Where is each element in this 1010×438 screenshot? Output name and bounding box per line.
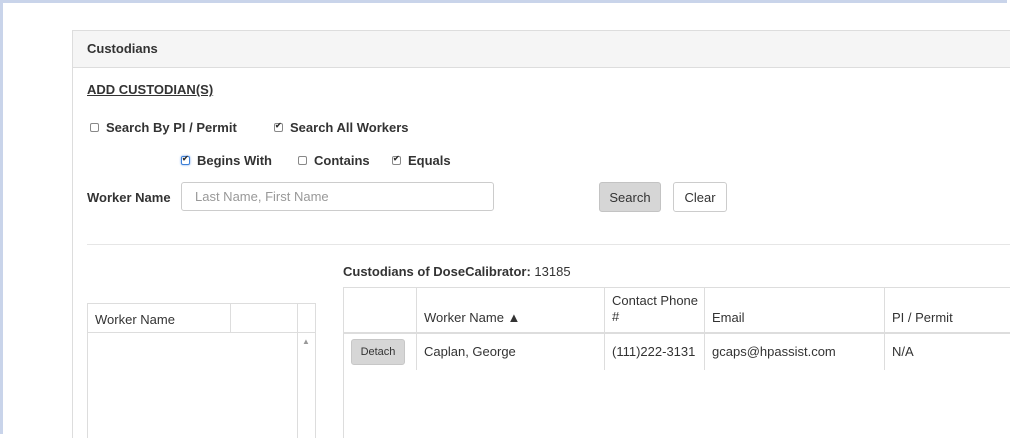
begins-with-label: Begins With (197, 153, 272, 168)
detach-button[interactable]: Detach (351, 339, 405, 365)
search-all-workers-option[interactable]: Search All Workers (274, 120, 409, 135)
equals-option[interactable]: Equals (392, 153, 451, 168)
email-column: Email gcaps@hpassist.com (705, 288, 885, 370)
begins-with-option[interactable]: Begins With (181, 153, 272, 168)
custodians-of-label: Custodians of DoseCalibrator: (343, 264, 531, 279)
equals-checkbox[interactable] (392, 154, 401, 165)
clear-button[interactable]: Clear (673, 182, 727, 212)
custodians-of-title: Custodians of DoseCalibrator: 13185 (343, 264, 571, 279)
email-cell: gcaps@hpassist.com (712, 344, 836, 359)
column-divider (230, 304, 231, 332)
worker-name-input[interactable] (181, 182, 494, 211)
contains-checkbox[interactable] (298, 156, 307, 165)
add-custodians-link[interactable]: ADD CUSTODIAN(S) (87, 82, 213, 97)
worker-name-cell: Caplan, George (424, 344, 516, 359)
results-worker-name-header[interactable]: Worker Name (95, 312, 175, 327)
contact-phone-header[interactable]: Contact Phone # (612, 293, 704, 325)
contact-phone-cell: (111)222-3131 (612, 344, 696, 359)
search-by-pi-option[interactable]: Search By PI / Permit (90, 120, 237, 135)
email-header[interactable]: Email (712, 310, 745, 325)
panel-title: Custodians (87, 41, 158, 56)
worker-name-label: Worker Name (87, 190, 171, 205)
search-all-workers-checkbox[interactable] (274, 121, 283, 132)
pi-permit-header[interactable]: PI / Permit (892, 310, 953, 325)
contains-label: Contains (314, 153, 370, 168)
divider (87, 244, 1010, 245)
worker-results-grid: Worker Name ▲ (87, 303, 316, 438)
search-by-pi-label: Search By PI / Permit (106, 120, 237, 135)
results-grid-header: Worker Name (88, 304, 315, 333)
worker-name-column: Worker Name ▲ Caplan, George (417, 288, 605, 370)
equals-label: Equals (408, 153, 451, 168)
custodians-grid: Detach Worker Name ▲ Caplan, George Cont… (343, 287, 1010, 438)
custodians-of-id: 13185 (534, 264, 571, 279)
contains-option[interactable]: Contains (298, 153, 370, 168)
worker-name-header[interactable]: Worker Name ▲ (424, 310, 520, 325)
pi-permit-cell: N/A (892, 344, 914, 359)
action-column: Detach (344, 288, 417, 370)
custodians-panel: Custodians ADD CUSTODIAN(S) Search By PI… (72, 30, 1010, 438)
panel-header: Custodians (73, 31, 1010, 68)
search-by-pi-checkbox[interactable] (90, 123, 99, 132)
begins-with-checkbox[interactable] (181, 154, 190, 165)
pi-permit-column: PI / Permit N/A (885, 288, 1010, 370)
scroll-up-arrow-icon[interactable]: ▲ (302, 337, 310, 346)
scrollbar-track[interactable] (297, 304, 298, 438)
contact-phone-column: Contact Phone # (111)222-3131 (605, 288, 705, 370)
search-all-workers-label: Search All Workers (290, 120, 409, 135)
search-button[interactable]: Search (599, 182, 661, 212)
